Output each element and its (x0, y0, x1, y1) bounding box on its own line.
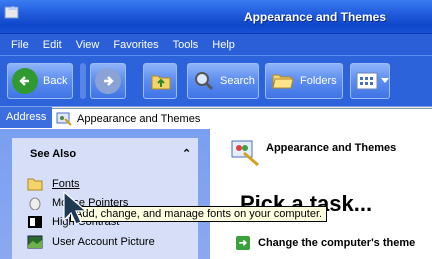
address-bar: Address Appearance and Themes (0, 106, 432, 128)
menu-bar: File Edit View Favorites Tools Help (0, 34, 432, 55)
fonts-link[interactable]: Fonts (52, 178, 80, 190)
address-field[interactable]: Appearance and Themes (52, 108, 432, 128)
menu-view[interactable]: View (69, 39, 107, 51)
back-button[interactable]: Back (7, 63, 73, 99)
search-icon (195, 72, 214, 91)
folders-icon (272, 74, 294, 89)
user-picture-icon (27, 235, 43, 249)
address-label: Address (0, 107, 52, 128)
search-button[interactable]: Search (187, 63, 259, 99)
back-arrow-icon (12, 68, 38, 94)
folder-window-icon[interactable] (4, 4, 20, 20)
address-value: Appearance and Themes (77, 112, 201, 125)
appearance-themes-icon (56, 112, 72, 126)
views-icon (356, 72, 378, 90)
forward-button[interactable] (90, 63, 126, 99)
folders-label: Folders (300, 75, 337, 87)
back-dropdown-button[interactable] (80, 63, 86, 99)
forward-arrow-icon (95, 68, 121, 94)
task-change-theme-label[interactable]: Change the computer's theme (258, 237, 415, 249)
collapse-chevron-icon[interactable]: ⌃ (182, 147, 191, 160)
folders-button[interactable]: Folders (265, 63, 343, 99)
see-also-item-user-account-picture[interactable]: User Account Picture (27, 235, 155, 249)
up-folder-icon (151, 75, 171, 90)
tooltip: Add, change, and manage fonts on your co… (70, 206, 328, 222)
folder-icon (27, 178, 43, 191)
back-label: Back (43, 75, 68, 87)
mouse-cursor-icon (63, 190, 88, 225)
task-change-theme[interactable]: ➜ Change the computer's theme (236, 236, 415, 250)
see-also-item-fonts[interactable]: Fonts (27, 177, 80, 191)
category-title: Appearance and Themes (266, 142, 397, 154)
user-account-picture-link[interactable]: User Account Picture (52, 236, 155, 248)
menu-help[interactable]: Help (205, 39, 242, 51)
window-title: Appearance and Themes (243, 10, 386, 24)
task-pane: See Also ⌃ Fonts Mouse Pointers High Con… (0, 129, 210, 259)
menu-file[interactable]: File (4, 39, 36, 51)
see-also-panel: See Also ⌃ Fonts Mouse Pointers High Con… (12, 138, 198, 259)
title-bar[interactable]: Appearance and Themes (0, 0, 432, 34)
mouse-icon (29, 197, 41, 210)
views-dropdown-icon[interactable] (380, 63, 390, 99)
menu-favorites[interactable]: Favorites (106, 39, 165, 51)
main-content: Appearance and Themes Pick a task... ➜ C… (210, 129, 432, 259)
menu-edit[interactable]: Edit (36, 39, 69, 51)
search-label: Search (220, 75, 255, 87)
green-arrow-icon: ➜ (236, 236, 250, 250)
up-folder-button[interactable] (143, 63, 177, 99)
high-contrast-icon (28, 216, 42, 228)
see-also-header: See Also (30, 148, 77, 160)
toolbar: Back Search Folders (0, 55, 432, 106)
menu-tools[interactable]: Tools (166, 39, 206, 51)
appearance-themes-large-icon (231, 140, 259, 167)
